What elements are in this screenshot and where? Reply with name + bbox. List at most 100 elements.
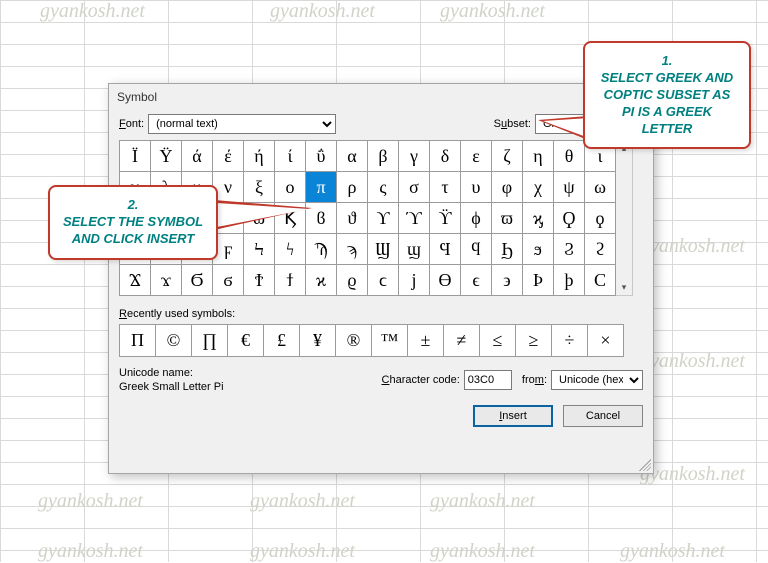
symbol-cell[interactable]: ϫ xyxy=(151,265,182,296)
symbol-cell[interactable]: ψ xyxy=(554,172,585,203)
symbol-dialog: Symbol Font: (normal text) Subset: Greek… xyxy=(108,83,654,474)
recent-symbol-cell[interactable]: ≥ xyxy=(516,325,552,357)
cancel-button[interactable]: Cancel xyxy=(563,405,643,427)
symbol-cell[interactable]: ϗ xyxy=(523,203,554,234)
symbol-cell[interactable]: Ϯ xyxy=(244,265,275,296)
symbol-cell[interactable]: Ϋ xyxy=(151,141,182,172)
recent-symbol-cell[interactable]: × xyxy=(588,325,624,357)
symbol-cell[interactable]: Ϊ xyxy=(120,141,151,172)
symbol-cell[interactable]: έ xyxy=(213,141,244,172)
symbol-cell[interactable]: δ xyxy=(430,141,461,172)
symbol-cell[interactable]: ρ xyxy=(337,172,368,203)
symbol-cell[interactable]: χ xyxy=(523,172,554,203)
symbol-cell[interactable]: Ϭ xyxy=(182,265,213,296)
symbol-cell[interactable]: ϒ xyxy=(368,203,399,234)
symbol-cell[interactable]: τ xyxy=(430,172,461,203)
symbol-cell[interactable]: ϸ xyxy=(554,265,585,296)
symbol-cell[interactable]: Ϟ xyxy=(244,234,275,265)
char-code-input[interactable] xyxy=(464,370,512,390)
font-select[interactable]: (normal text) xyxy=(148,114,336,134)
symbol-cell[interactable]: ϟ xyxy=(275,234,306,265)
subset-label: Subset: xyxy=(494,118,531,130)
symbol-cell[interactable]: ο xyxy=(275,172,306,203)
annotation-callout-1: 1. SELECT GREEK AND COPTIC SUBSET AS PI … xyxy=(583,41,751,149)
symbol-cell[interactable]: ϥ xyxy=(461,234,492,265)
symbol-cell[interactable]: Ϣ xyxy=(368,234,399,265)
symbol-cell[interactable]: Ϗ xyxy=(275,203,306,234)
symbol-cell[interactable]: ά xyxy=(182,141,213,172)
symbol-cell[interactable]: Ϙ xyxy=(554,203,585,234)
symbol-cell[interactable]: ϖ xyxy=(492,203,523,234)
dialog-title: Symbol xyxy=(109,84,653,110)
symbol-cell[interactable]: ϵ xyxy=(461,265,492,296)
symbol-cell[interactable]: ί xyxy=(275,141,306,172)
symbol-cell[interactable]: σ xyxy=(399,172,430,203)
symbol-cell[interactable]: ϴ xyxy=(430,265,461,296)
resize-grip-icon[interactable] xyxy=(639,459,651,471)
symbol-cell[interactable]: ϲ xyxy=(368,265,399,296)
symbol-cell[interactable]: υ xyxy=(461,172,492,203)
unicode-name-value: Greek Small Letter Pi xyxy=(119,381,224,393)
recent-symbols-grid: Π©∏€£¥®™±≠≤≥÷× xyxy=(119,324,624,357)
symbol-cell[interactable]: φ xyxy=(492,172,523,203)
unicode-name-label: Unicode name: xyxy=(119,367,224,379)
symbol-cell[interactable]: ή xyxy=(244,141,275,172)
symbol-cell[interactable]: ϐ xyxy=(306,203,337,234)
symbol-cell[interactable]: ϰ xyxy=(306,265,337,296)
font-label: Font: xyxy=(119,118,144,130)
symbol-cell[interactable]: ΰ xyxy=(306,141,337,172)
symbol-cell[interactable]: ϔ xyxy=(430,203,461,234)
symbol-grid-scrollbar[interactable]: ▴ ▾ xyxy=(616,140,633,296)
recent-symbol-cell[interactable]: £ xyxy=(264,325,300,357)
recent-symbol-cell[interactable]: ∏ xyxy=(192,325,228,357)
symbol-cell[interactable]: ϣ xyxy=(399,234,430,265)
symbol-cell[interactable]: ϓ xyxy=(399,203,430,234)
from-select[interactable]: Unicode (hex) xyxy=(551,370,643,390)
symbol-cell[interactable]: ϕ xyxy=(461,203,492,234)
recent-symbol-cell[interactable]: ™ xyxy=(372,325,408,357)
symbol-cell[interactable]: π xyxy=(306,172,337,203)
symbol-cell[interactable]: ώ xyxy=(244,203,275,234)
symbol-cell[interactable]: ϭ xyxy=(213,265,244,296)
symbol-cell[interactable]: ϧ xyxy=(523,234,554,265)
symbol-cell[interactable]: ς xyxy=(368,172,399,203)
symbol-cell[interactable]: Ϧ xyxy=(492,234,523,265)
symbol-cell[interactable]: Ϸ xyxy=(523,265,554,296)
symbol-cell[interactable]: ϙ xyxy=(585,203,616,234)
char-code-label: Character code: xyxy=(382,374,460,386)
symbol-cell[interactable]: ϯ xyxy=(275,265,306,296)
symbol-cell[interactable]: Ϡ xyxy=(306,234,337,265)
recent-symbol-cell[interactable]: ± xyxy=(408,325,444,357)
recent-symbol-cell[interactable]: ≠ xyxy=(444,325,480,357)
recent-symbol-cell[interactable]: ≤ xyxy=(480,325,516,357)
symbol-cell[interactable]: ζ xyxy=(492,141,523,172)
recent-label: Recently used symbols: xyxy=(119,308,643,320)
symbol-cell[interactable]: ξ xyxy=(244,172,275,203)
symbol-cell[interactable]: Ϫ xyxy=(120,265,151,296)
symbol-cell[interactable]: γ xyxy=(399,141,430,172)
symbol-cell[interactable]: Ϩ xyxy=(554,234,585,265)
recent-symbol-cell[interactable]: ® xyxy=(336,325,372,357)
symbol-cell[interactable]: ϡ xyxy=(337,234,368,265)
from-label: from: xyxy=(516,374,547,386)
symbol-cell[interactable]: η xyxy=(523,141,554,172)
symbol-cell[interactable]: ϩ xyxy=(585,234,616,265)
symbol-cell[interactable]: α xyxy=(337,141,368,172)
insert-button[interactable]: Insert xyxy=(473,405,553,427)
scroll-down-icon[interactable]: ▾ xyxy=(616,280,632,295)
symbol-cell[interactable]: ϳ xyxy=(399,265,430,296)
symbol-cell[interactable]: ϶ xyxy=(492,265,523,296)
recent-symbol-cell[interactable]: ÷ xyxy=(552,325,588,357)
recent-symbol-cell[interactable]: Π xyxy=(120,325,156,357)
symbol-cell[interactable]: ϑ xyxy=(337,203,368,234)
recent-symbol-cell[interactable]: € xyxy=(228,325,264,357)
symbol-cell[interactable]: ε xyxy=(461,141,492,172)
symbol-cell[interactable]: Ϲ xyxy=(585,265,616,296)
symbol-cell[interactable]: ω xyxy=(585,172,616,203)
recent-symbol-cell[interactable]: © xyxy=(156,325,192,357)
recent-symbol-cell[interactable]: ¥ xyxy=(300,325,336,357)
symbol-cell[interactable]: ϱ xyxy=(337,265,368,296)
symbol-cell[interactable]: Ϥ xyxy=(430,234,461,265)
symbol-cell[interactable]: β xyxy=(368,141,399,172)
symbol-cell[interactable]: θ xyxy=(554,141,585,172)
